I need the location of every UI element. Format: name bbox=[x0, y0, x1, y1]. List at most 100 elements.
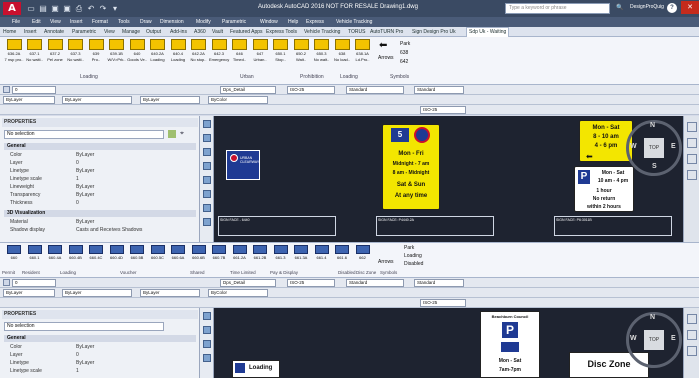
prop-row[interactable]: Shadow display Casts and Receives Shadows bbox=[6, 226, 192, 234]
ribbon-sign-button[interactable]: 640 Goods Ve.. bbox=[127, 39, 147, 63]
selection-combo[interactable]: No selection bbox=[4, 322, 164, 331]
tab-parametric[interactable]: Parametric bbox=[72, 27, 96, 37]
prop-row[interactable]: Linetype ByLayer bbox=[6, 359, 192, 367]
dropdown-icon[interactable]: ▾ bbox=[110, 3, 120, 14]
side-tool-icon[interactable] bbox=[203, 354, 211, 362]
ribbon-sign-button[interactable]: 637.1 No waiti.. bbox=[25, 39, 45, 63]
save-icon[interactable]: ▣ bbox=[50, 3, 60, 14]
color-combo[interactable]: ByLayer bbox=[3, 289, 55, 297]
prop-value[interactable]: 0 bbox=[76, 199, 79, 207]
general-section[interactable]: General bbox=[4, 143, 196, 150]
close-icon[interactable]: ✕ bbox=[681, 1, 699, 14]
symbol-button[interactable]: Disabled bbox=[404, 261, 423, 267]
compass-w[interactable]: W bbox=[630, 335, 637, 342]
lineweight-combo[interactable]: ByLayer bbox=[140, 96, 200, 104]
mleader-style-combo[interactable]: ISO-25 bbox=[420, 299, 466, 307]
layer-icon[interactable] bbox=[3, 279, 10, 286]
menu-format[interactable]: Format bbox=[92, 17, 108, 27]
tab-torus[interactable]: TORUS bbox=[348, 27, 365, 37]
menu-dimension[interactable]: Dimension bbox=[160, 17, 184, 27]
side-tool-icon[interactable] bbox=[203, 204, 211, 212]
ribbon-sign-button[interactable]: 640.2A Loading bbox=[148, 39, 168, 63]
menu-tools[interactable]: Tools bbox=[118, 17, 130, 27]
ribbon-sign-button[interactable]: 642.3 Emergency bbox=[209, 39, 229, 63]
ribbon-sign-button[interactable]: 647 Urban.. bbox=[250, 39, 270, 63]
dim-style-combo[interactable]: ISO-25 bbox=[287, 86, 335, 94]
prop-row[interactable]: Color ByLayer bbox=[6, 343, 192, 351]
menu-edit[interactable]: Edit bbox=[32, 17, 41, 27]
toggle-pickadd-icon[interactable]: ⌖ bbox=[180, 130, 188, 138]
ribbon-sign-button[interactable]: 660.4A bbox=[45, 245, 65, 265]
tab-express-tools[interactable]: Express Tools bbox=[266, 27, 297, 37]
ribbon-sign-button[interactable]: 638.1A Ld.Pro.. bbox=[353, 39, 373, 63]
undo-icon[interactable]: ↶ bbox=[86, 3, 96, 14]
compass-s[interactable]: S bbox=[652, 163, 657, 170]
menu-window[interactable]: Window bbox=[260, 17, 278, 27]
tab-manage[interactable]: Manage bbox=[122, 27, 140, 37]
orbit-icon[interactable] bbox=[687, 170, 697, 180]
mleader-style-combo[interactable]: ISO-25 bbox=[420, 106, 466, 114]
zoom-icon[interactable] bbox=[687, 154, 697, 164]
menu-parametric[interactable]: Parametric bbox=[222, 17, 246, 27]
ribbon-sign-button[interactable]: 660.1 bbox=[25, 245, 45, 265]
prop-value[interactable]: ByLayer bbox=[76, 151, 94, 159]
linetype-combo[interactable]: ByLayer bbox=[62, 289, 132, 297]
prop-row[interactable]: Layer 0 bbox=[6, 351, 192, 359]
open-icon[interactable]: ▤ bbox=[38, 3, 48, 14]
menu-express[interactable]: Express bbox=[306, 17, 324, 27]
ribbon-sign-button[interactable]: 660.6A bbox=[168, 245, 188, 265]
text-style-combo[interactable]: Standard bbox=[346, 86, 404, 94]
symbol-button[interactable]: 642 bbox=[400, 59, 408, 65]
prop-value[interactable]: ByLayer bbox=[76, 191, 94, 199]
steeringwheel-icon[interactable] bbox=[687, 314, 697, 324]
menu-help[interactable]: Help bbox=[288, 17, 298, 27]
side-tool-icon[interactable] bbox=[203, 148, 211, 156]
compass-e[interactable]: E bbox=[671, 143, 676, 150]
side-tool-icon[interactable] bbox=[203, 340, 211, 348]
arrows-button[interactable]: Arrows bbox=[378, 259, 394, 265]
ribbon-sign-button[interactable]: 639 Pro.. bbox=[86, 39, 106, 63]
tab-autoturn-pro[interactable]: AutoTURN Pro bbox=[370, 27, 403, 37]
side-tool-icon[interactable] bbox=[203, 190, 211, 198]
ribbon-sign-button[interactable]: 660 bbox=[4, 245, 24, 265]
viewcube-top[interactable]: TOP bbox=[644, 138, 664, 158]
viewcube-top[interactable]: TOP bbox=[644, 330, 664, 350]
print-icon[interactable]: ⎙ bbox=[74, 3, 84, 14]
table-style-combo[interactable]: Standard bbox=[414, 86, 464, 94]
prop-row[interactable]: Lineweight ByLayer bbox=[6, 183, 192, 191]
ribbon-sign-button[interactable]: 661.4 bbox=[312, 245, 332, 265]
prop-row[interactable]: Thickness 0 bbox=[6, 199, 192, 207]
prop-row[interactable]: Transparency ByLayer bbox=[6, 191, 192, 199]
tab-sdp-uk-waiting[interactable]: Sdp Uk - Waiting bbox=[466, 27, 510, 37]
ribbon-sign-button[interactable]: 661.2B bbox=[250, 245, 270, 265]
side-tool-icon[interactable] bbox=[203, 312, 211, 320]
tab-home[interactable]: Home bbox=[3, 27, 16, 37]
drawing-canvas[interactable]: URBAN CLEARWAY 5 Mon - Fri Midnight - 7 … bbox=[214, 116, 683, 242]
ribbon-sign-button[interactable]: 636.2A 7 nsp pro.. bbox=[4, 39, 24, 63]
ribbon-sign-button[interactable]: 660.4C bbox=[86, 245, 106, 265]
ribbon-sign-button[interactable]: 661.3 bbox=[271, 245, 291, 265]
prop-row[interactable]: Linetype ByLayer bbox=[6, 167, 192, 175]
ribbon-sign-button[interactable]: 661.6 bbox=[332, 245, 352, 265]
ribbon-sign-button[interactable]: 660.4D bbox=[107, 245, 127, 265]
ribbon-sign-button[interactable]: 661.3A bbox=[291, 245, 311, 265]
prop-row[interactable]: Linetype scale 1 bbox=[6, 367, 192, 375]
symbol-button[interactable]: Loading bbox=[404, 253, 422, 259]
side-tool-icon[interactable] bbox=[203, 120, 211, 128]
viewcube-compass[interactable]: N E W TOP bbox=[626, 312, 682, 368]
side-tool-icon[interactable] bbox=[203, 134, 211, 142]
compass-e[interactable]: E bbox=[671, 335, 676, 342]
side-tool-icon[interactable] bbox=[203, 176, 211, 184]
redo-icon[interactable]: ↷ bbox=[98, 3, 108, 14]
menu-draw[interactable]: Draw bbox=[140, 17, 152, 27]
help-icon[interactable]: ? bbox=[667, 3, 677, 13]
prop-value[interactable]: ByLayer bbox=[76, 218, 94, 226]
tab-vehicle-tracking[interactable]: Vehicle Tracking bbox=[304, 27, 340, 37]
ribbon-sign-button[interactable]: 650.2 Wait.. bbox=[291, 39, 311, 63]
3d-visualization-section[interactable]: 3D Visualization bbox=[4, 210, 196, 217]
compass-n[interactable]: N bbox=[650, 314, 655, 321]
tab-a360[interactable]: A360 bbox=[194, 27, 206, 37]
menu-modify[interactable]: Modify bbox=[196, 17, 211, 27]
side-tool-icon[interactable] bbox=[203, 218, 211, 226]
symbol-button[interactable]: Park bbox=[400, 41, 410, 47]
